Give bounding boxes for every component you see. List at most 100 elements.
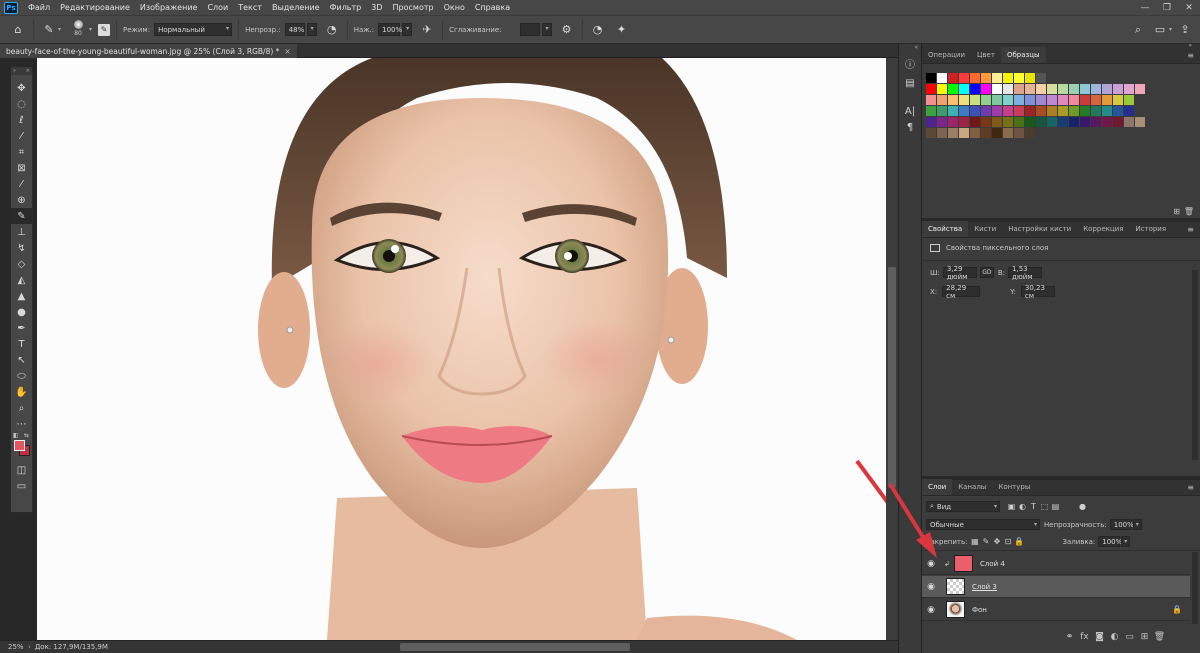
type-tool-icon[interactable]: T [11,336,32,352]
color-swatch[interactable] [926,106,936,116]
add-mask-icon[interactable]: ◙ [1092,632,1107,642]
layer-row[interactable]: ◉ Слой 3 [922,576,1190,598]
chevron-down-icon[interactable]: ▾ [89,26,92,33]
color-swatch[interactable] [1047,84,1057,94]
color-swatch[interactable] [1091,95,1101,105]
color-swatch[interactable] [1102,84,1112,94]
color-swatch[interactable] [1080,106,1090,116]
workspace-icon[interactable]: ▭ [1151,21,1169,39]
brush-tool-icon[interactable]: ✎ [40,21,58,39]
collapse-icon[interactable]: « [899,44,921,53]
color-swatch[interactable] [959,106,969,116]
color-swatch[interactable] [981,95,991,105]
crop-tool-icon[interactable]: ⌗ [11,144,32,160]
visibility-eye-icon[interactable]: ◉ [922,582,940,592]
color-swatch[interactable] [937,73,947,83]
info-icon[interactable]: ⓘ [899,53,921,73]
panel-menu-icon[interactable]: ≡ [1187,51,1194,60]
opacity-dropdown[interactable]: ▾ [306,23,317,36]
shape-tool-icon[interactable]: ⬭ [11,368,32,384]
layer-row[interactable]: ◉ ↲ Слой 4 [922,553,1190,575]
menu-3d[interactable]: 3D [366,0,387,15]
color-swatch[interactable] [959,73,969,83]
color-swatch[interactable] [992,106,1002,116]
zoom-level[interactable]: 25% [2,642,28,653]
character-icon[interactable]: A| [899,101,921,121]
color-swatch[interactable] [1102,117,1112,127]
color-swatch[interactable] [1091,117,1101,127]
airbrush-icon[interactable]: ✈ [418,21,436,39]
tab-actions[interactable]: Операции [922,47,971,63]
tab-swatches[interactable]: Образцы [1000,47,1046,63]
properties-scrollbar[interactable] [1192,270,1198,460]
color-swatch[interactable] [1080,84,1090,94]
filter-adjustment-icon[interactable]: ◐ [1017,501,1028,512]
color-swatch[interactable] [948,95,958,105]
y-input[interactable]: 30,23 см [1020,284,1055,300]
color-swatch[interactable] [937,84,947,94]
color-swatch[interactable] [937,95,947,105]
path-select-tool-icon[interactable]: ↖ [11,352,32,368]
more-tools-icon[interactable]: ⋯ [11,416,32,432]
tab-properties[interactable]: Свойства [922,221,969,237]
menu-layers[interactable]: Слои [202,0,233,15]
color-swatch[interactable] [1091,106,1101,116]
menu-image[interactable]: Изображение [135,0,203,15]
new-layer-icon[interactable]: ⊞ [1137,632,1152,642]
vertical-scrollbar-thumb[interactable] [888,267,896,488]
color-swatch[interactable] [992,73,1002,83]
color-swatch[interactable] [1003,117,1013,127]
pen-tool-icon[interactable]: ✒ [11,320,32,336]
color-swatch[interactable] [1014,117,1024,127]
frame-tool-icon[interactable]: ⊠ [11,160,32,176]
color-swatch[interactable] [1014,84,1024,94]
color-swatch[interactable] [1069,106,1079,116]
lock-all-icon[interactable]: 🔒 [1013,536,1024,547]
color-swatch[interactable] [1025,128,1035,138]
document-size-info[interactable]: Док: 127,9M/135,9M [35,643,108,651]
color-swatch[interactable] [1080,117,1090,127]
color-swatch[interactable] [1014,95,1024,105]
color-swatches[interactable]: ◧ ⇆ [11,432,32,462]
link-icon[interactable]: GD [979,267,994,278]
pressure-size-icon[interactable]: ◔ [589,21,607,39]
expand-icon[interactable]: » [13,68,16,74]
color-swatch[interactable] [948,128,958,138]
trash-icon[interactable]: 🗑 [1152,632,1167,642]
x-input[interactable]: 28,29 см [942,284,981,300]
panel-menu-icon[interactable]: ≡ [1187,225,1194,234]
color-swatch[interactable] [1058,106,1068,116]
visibility-eye-icon[interactable]: ◉ [922,605,940,615]
color-swatch[interactable] [981,106,991,116]
minimize-button[interactable]: — [1134,0,1156,15]
foreground-color[interactable] [14,440,25,451]
libraries-icon[interactable]: ▤ [899,73,921,93]
color-swatch[interactable] [970,95,980,105]
lock-icon[interactable]: 🔒 [1172,605,1182,614]
zoom-tool-icon[interactable]: ⌕ [11,400,32,416]
color-swatch[interactable] [1069,95,1079,105]
filter-type-icon[interactable]: T [1028,501,1039,512]
quick-mask-icon[interactable]: ◫ [11,462,32,478]
color-swatch[interactable] [1113,95,1123,105]
color-swatch[interactable] [959,95,969,105]
lock-pixels-icon[interactable]: ✎ [980,536,991,547]
color-swatch[interactable] [1113,106,1123,116]
fill-dropdown[interactable]: ▾ [1121,536,1131,547]
color-swatch[interactable] [992,128,1002,138]
menu-select[interactable]: Выделение [267,0,325,15]
menu-filter[interactable]: Фильтр [325,0,367,15]
color-swatch[interactable] [937,128,947,138]
horizontal-scrollbar-thumb[interactable] [400,643,630,651]
move-tool-icon[interactable]: ✥ [11,80,32,96]
panel-menu-icon[interactable]: ≡ [1187,483,1194,492]
color-swatch[interactable] [1025,95,1035,105]
menu-help[interactable]: Справка [470,0,515,15]
close-icon[interactable]: × [26,68,30,74]
healing-tool-icon[interactable]: ⊕ [11,192,32,208]
close-button[interactable]: ✕ [1178,0,1200,15]
color-swatch[interactable] [1025,84,1035,94]
color-swatch[interactable] [948,84,958,94]
color-swatch[interactable] [1058,84,1068,94]
color-swatch[interactable] [1058,95,1068,105]
